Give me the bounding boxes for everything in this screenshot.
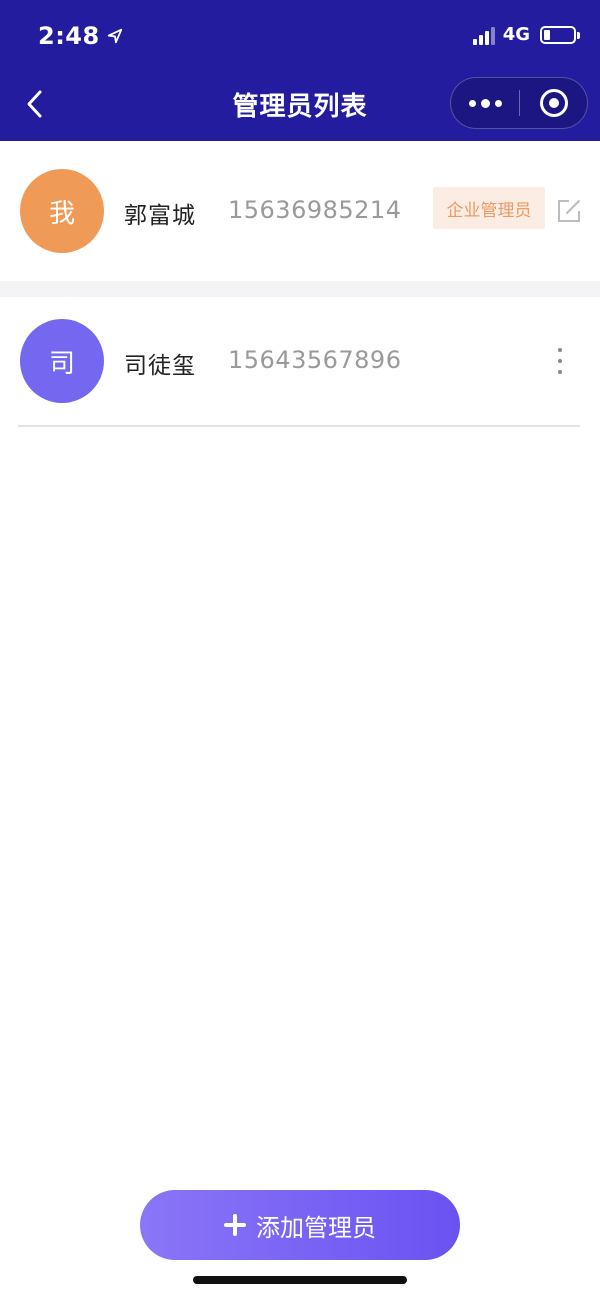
app-header: 2:48 4G 管理员列表 (0, 0, 600, 141)
admin-list-item[interactable]: 我 郭富城 15636985214 企业管理员 (0, 141, 600, 281)
admin-phone: 15643567896 (228, 346, 402, 374)
list-divider (18, 425, 580, 427)
edit-icon[interactable] (556, 198, 582, 224)
battery-icon (540, 25, 580, 44)
add-admin-button[interactable]: 添加管理员 (140, 1190, 460, 1260)
status-time-text: 2:48 (38, 22, 100, 50)
avatar: 我 (20, 169, 104, 253)
section-gap (0, 281, 600, 297)
status-indicators: 4G (472, 24, 580, 45)
add-admin-label: 添加管理员 (256, 1213, 376, 1242)
close-mini-program-button[interactable] (520, 78, 587, 128)
network-label: 4G (502, 24, 530, 45)
admin-phone: 15636985214 (228, 196, 402, 224)
more-options-button[interactable] (451, 78, 519, 128)
home-indicator (193, 1276, 407, 1284)
role-badge: 企业管理员 (433, 187, 545, 229)
more-dots-icon (468, 99, 476, 107)
mini-program-capsule (450, 77, 588, 129)
admin-list-item[interactable]: 司 司徒玺 15643567896 (0, 297, 600, 425)
target-icon (539, 89, 568, 117)
admin-name: 郭富城 (124, 203, 196, 229)
status-time: 2:48 (38, 22, 124, 50)
admin-name: 司徒玺 (124, 353, 196, 379)
location-arrow-icon (107, 28, 122, 44)
avatar: 司 (20, 319, 104, 403)
plus-icon (224, 1214, 246, 1236)
more-vertical-icon[interactable] (550, 345, 570, 377)
signal-icon (472, 25, 495, 45)
